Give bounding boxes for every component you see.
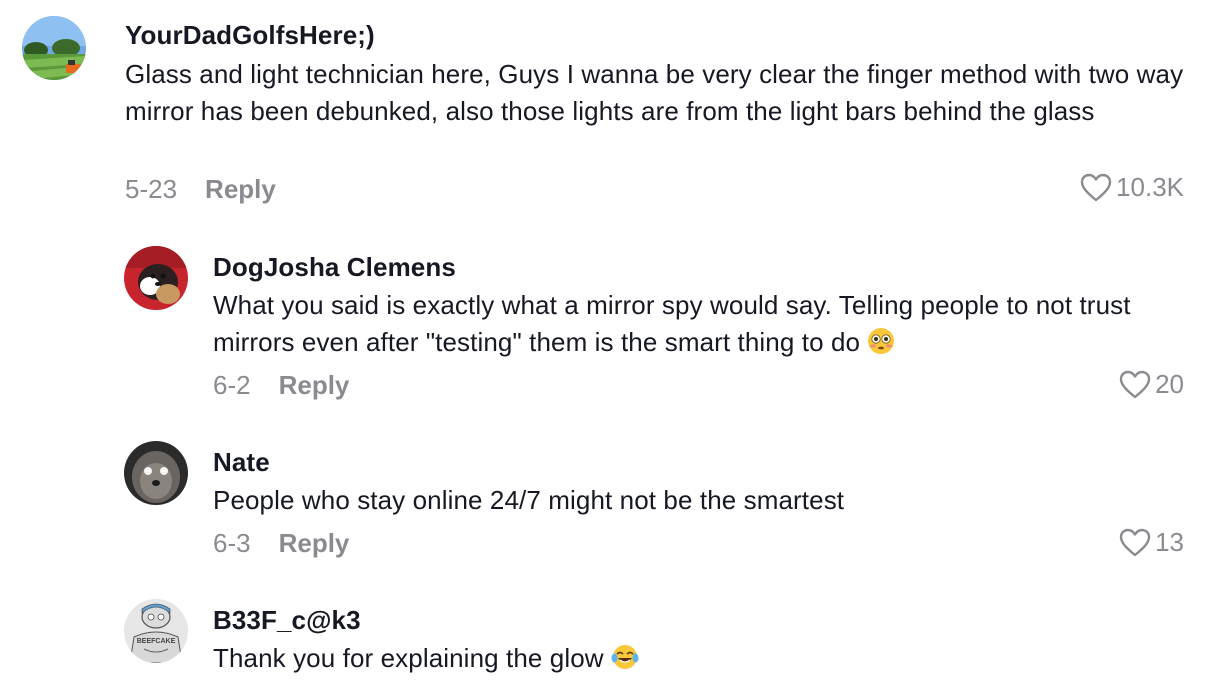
like-count: 10.3K — [1116, 172, 1184, 202]
reply-comment-item: BEEFCAKE B33F_c@k3 Thank you for explain… — [0, 590, 1210, 686]
comment-item: YourDadGolfsHere;) Glass and light techn… — [0, 0, 1210, 230]
reply-comment-item: Nate People who stay online 24/7 might n… — [0, 430, 1210, 590]
comment-text-body: Thank you for explaining the glow — [213, 643, 604, 673]
heart-icon[interactable] — [1119, 528, 1151, 558]
comment-text-body: What you said is exactly what a mirror s… — [213, 290, 1131, 357]
like-button[interactable]: 20 — [1119, 369, 1184, 400]
comment-text: What you said is exactly what a mirror s… — [213, 287, 1188, 361]
dog-glowing-eyes-avatar-icon[interactable] — [124, 441, 188, 505]
flushed-face-emoji-icon — [868, 328, 895, 354]
comment-meta: 6-2 Reply — [213, 370, 349, 401]
comment-text: Thank you for explaining the glow — [213, 640, 1188, 677]
reply-comment-item: DogJosha Clemens What you said is exactl… — [0, 230, 1210, 430]
comment-meta: 5-23 Reply — [125, 174, 276, 205]
comment-date: 6-3 — [213, 528, 251, 558]
tears-of-joy-emoji-icon — [611, 645, 639, 669]
comment-username[interactable]: DogJosha Clemens — [213, 252, 456, 283]
reply-button[interactable]: Reply — [279, 528, 350, 558]
heart-icon[interactable] — [1119, 370, 1151, 400]
comment-text: People who stay online 24/7 might not be… — [213, 485, 845, 515]
heart-icon[interactable] — [1080, 173, 1112, 203]
comment-meta: 6-3 Reply — [213, 528, 349, 559]
reply-button[interactable]: Reply — [205, 174, 276, 204]
like-button[interactable]: 10.3K — [1080, 172, 1184, 203]
like-button[interactable]: 13 — [1119, 527, 1184, 558]
like-count: 20 — [1155, 369, 1184, 399]
svg-text:BEEFCAKE: BEEFCAKE — [137, 638, 176, 645]
dog-avatar-icon[interactable] — [124, 246, 188, 310]
comment-text: Glass and light technician here, Guys I … — [125, 59, 1184, 126]
comment-date: 6-2 — [213, 370, 251, 400]
reply-button[interactable]: Reply — [279, 370, 350, 400]
comment-username[interactable]: Nate — [213, 447, 270, 478]
comment-date: 5-23 — [125, 174, 178, 204]
like-count: 13 — [1155, 527, 1184, 557]
golf-course-avatar-icon[interactable] — [22, 16, 86, 80]
beefcake-cartoon-avatar-icon[interactable]: BEEFCAKE — [124, 599, 188, 663]
comment-username[interactable]: B33F_c@k3 — [213, 605, 361, 636]
comment-username[interactable]: YourDadGolfsHere;) — [125, 20, 375, 51]
